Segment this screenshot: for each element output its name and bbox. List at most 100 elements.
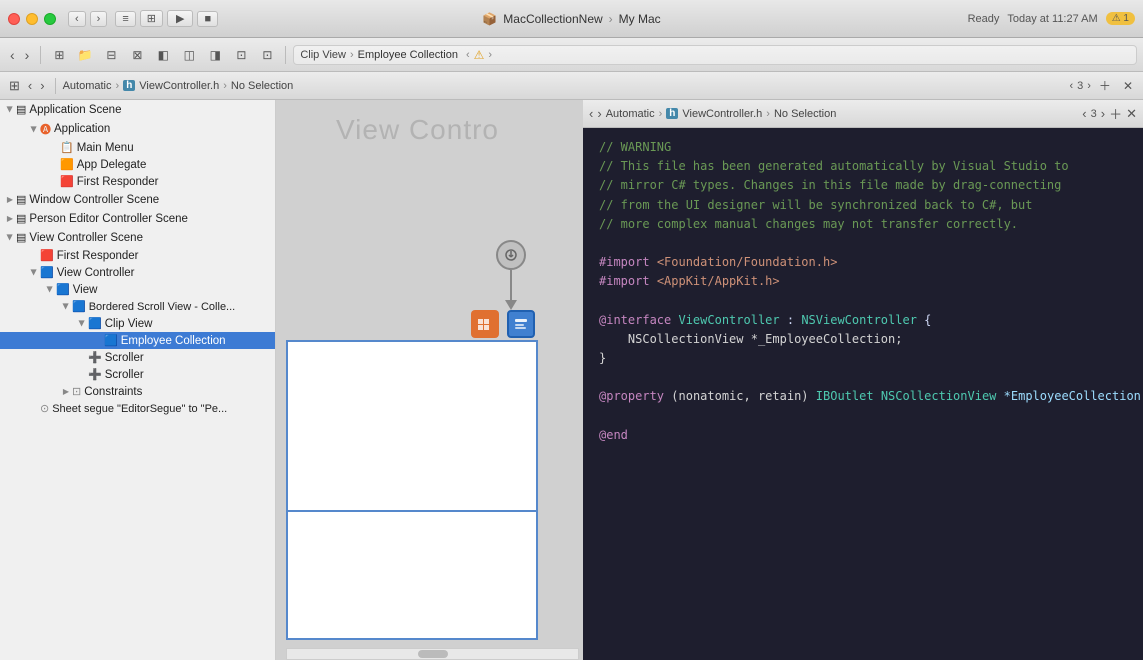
code-line: // This file has been generated automati… [599,157,1127,176]
toolbar-toggle-button[interactable]: ≡ [115,11,135,27]
code-add-btn[interactable]: ＋ [1109,104,1122,123]
bc-filename[interactable]: ViewController.h [139,80,219,92]
menu-icon: 📋 [60,141,74,154]
bc-sep1: › [116,80,120,92]
code-content: // WARNING // This file has been generat… [583,128,1143,660]
bc-file-name[interactable]: ViewController.h [682,108,762,120]
code-breadcrumb: Automatic › h ViewController.h › No Sele… [606,108,1079,120]
sidebar-item-first-responder-vc[interactable]: 🟥 First Responder [0,247,275,264]
minimize-button[interactable] [26,13,38,25]
structure-icon[interactable]: ⊠ [126,44,148,66]
bc-arrow: › [350,49,354,61]
code-line: NSCollectionView *_EmployeeCollection; [599,330,1127,349]
bc-location[interactable]: No Selection [231,80,293,92]
code-next-btn[interactable]: › [1101,106,1105,121]
main-toolbar: ‹ › ⊞ 📁 ⊟ ⊠ ◧ ◫ ◨ ⊡ ⊡ Clip View › Employ… [0,38,1143,72]
back-button[interactable]: ‹ [68,11,86,27]
sidebar-item-constraints[interactable]: ▶ ⊡ Constraints [0,383,275,400]
canvas-content[interactable]: View Contro [276,100,583,660]
stop-button[interactable]: ■ [197,11,218,27]
build-status: Ready [968,13,1000,25]
bc-layout[interactable]: Automatic [63,80,112,92]
toolbar-back-button[interactable]: ‹ [6,45,19,65]
tb2-forward[interactable]: › [37,78,47,93]
titlebar: ‹ › ≡ ⊞ ▶ ■ 📦 MacCollectionNew › My Mac … [0,0,1143,38]
forward-button[interactable]: › [90,11,108,27]
sidebar-section-person-editor-scene[interactable]: ▶ ▤ Person Editor Controller Scene [0,209,275,228]
project-name: MacCollectionNew [503,12,602,26]
view-icon: 🟦 [56,283,70,296]
sidebar-item-clip-view[interactable]: ▶ 🟦 Clip View [0,315,275,332]
toolbar-nav-right[interactable]: › [488,49,492,61]
layout-button[interactable]: ⊞ [140,10,163,27]
sidebar-item-scroller-2[interactable]: ➕ Scroller [0,366,275,383]
collection-icon-orange[interactable] [471,310,499,338]
triangle-icon: ▶ [6,104,15,116]
bc-sep: › [659,108,663,120]
sidebar-item-employee-collection[interactable]: 🟦 Employee Collection [0,332,275,349]
code-prev-btn[interactable]: ‹ [1082,106,1086,121]
size-icon[interactable]: ⊡ [256,44,278,66]
triangle-icon: ▶ [30,267,39,279]
responder-icon: 🟥 [40,249,54,262]
sidebar-item-app-delegate[interactable]: 🟧 App Delegate [0,156,275,173]
sidebar-item-scroller-1[interactable]: ➕ Scroller [0,349,275,366]
toolbar-nav-left[interactable]: ‹ [466,49,470,61]
code-back-btn[interactable]: ‹ [589,106,593,121]
toolbar-forward-button[interactable]: › [21,45,34,65]
sidebar-item-view-controller[interactable]: ▶ 🟦 View Controller [0,264,275,281]
code-close-btn[interactable]: ✕ [1126,106,1137,122]
collection-icons [471,310,535,338]
code-toolbar: ‹ › Automatic › h ViewController.h › No … [583,100,1143,128]
close-button[interactable] [8,13,20,25]
sidebar-item-sheet-segue[interactable]: ⊙ Sheet segue "EditorSegue" to "Pe... [0,400,275,417]
sidebar-item-application[interactable]: ▶ 🅐 Application [0,119,275,139]
collection-icon: 🟦 [104,334,118,347]
code-forward-btn[interactable]: › [597,106,601,121]
horizontal-scrollbar[interactable] [286,648,579,660]
breadcrumb-item-active[interactable]: Employee Collection [358,49,458,61]
layout-right-icon[interactable]: ◨ [204,44,226,66]
scene-icon: ▤ [16,103,26,116]
canvas-arrow [496,240,526,310]
tb2-grid-icon[interactable]: ⊞ [6,78,23,94]
code-line [599,368,1127,387]
sidebar-section-application-scene[interactable]: ▶ ▤ Application Scene [0,100,275,119]
tb2-back[interactable]: ‹ [25,78,35,93]
page-count: 3 [1077,80,1083,92]
view-controller-bg-label: View Contro [336,114,499,146]
delegate-icon: 🟧 [60,158,74,171]
secondary-toolbar: ⊞ ‹ › Automatic › h ViewController.h › N… [0,72,1143,100]
sidebar-section-view-controller-scene[interactable]: ▶ ▤ View Controller Scene [0,228,275,247]
home-icon[interactable]: ⊞ [48,44,70,66]
triangle-icon: ▶ [4,195,16,204]
files-icon[interactable]: 📁 [74,44,96,66]
timestamp: Today at 11:27 AM [1007,13,1097,25]
bc-location[interactable]: No Selection [774,108,836,120]
sidebar-item-main-menu[interactable]: 📋 Main Menu [0,139,275,156]
layout-left-icon[interactable]: ◧ [152,44,174,66]
window-title: 📦 MacCollectionNew › My Mac [482,12,660,26]
fullscreen-button[interactable] [44,13,56,25]
responder-icon: 🟥 [60,175,74,188]
scroll-icon: 🟦 [72,300,86,313]
breadcrumb-item[interactable]: Clip View [300,49,346,61]
device-name: My Mac [619,12,661,26]
bc-filetype-badge: h [123,80,135,91]
sidebar-item-first-responder-app[interactable]: 🟥 First Responder [0,173,275,190]
tb2-forward-icon[interactable]: › [1087,80,1091,92]
constraint-icon[interactable]: ⊡ [230,44,252,66]
sidebar-section-window-controller-scene[interactable]: ▶ ▤ Window Controller Scene [0,190,275,209]
tb2-add-btn[interactable]: ＋ [1095,76,1115,95]
warning-badge[interactable]: ⚠ 1 [1106,12,1135,25]
bc-layout-mode[interactable]: Automatic [606,108,655,120]
collection-icon-blue[interactable] [507,310,535,338]
sidebar-item-bordered-scroll-view[interactable]: ▶ 🟦 Bordered Scroll View - Colle... [0,298,275,315]
sidebar-item-view[interactable]: ▶ 🟦 View [0,281,275,298]
tb2-close-btn[interactable]: ✕ [1119,78,1137,94]
grid-icon[interactable]: ⊟ [100,44,122,66]
tb2-back-icon[interactable]: ‹ [1069,80,1073,92]
layout-center-icon[interactable]: ◫ [178,44,200,66]
sidebar: ▶ ▤ Application Scene ▶ 🅐 Application 📋 … [0,100,276,660]
run-button[interactable]: ▶ [167,10,193,27]
